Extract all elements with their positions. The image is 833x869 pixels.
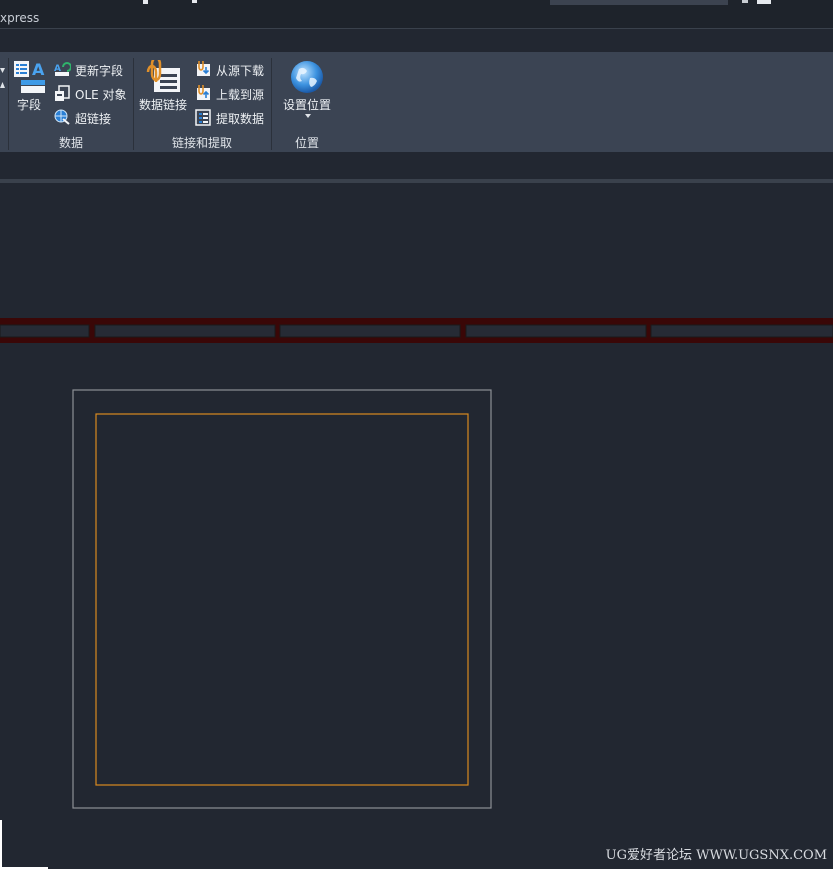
download-from-source-label: 从源下载: [216, 64, 265, 78]
chevron-icon[interactable]: [0, 66, 6, 92]
title-bar-glyph: [143, 0, 148, 4]
download-from-source-icon: [197, 61, 210, 76]
upload-to-source-button[interactable]: 上载到源: [195, 85, 267, 103]
panel-title-link-extract: 链接和提取: [172, 136, 233, 150]
ucs-icon: [0, 820, 48, 869]
ole-object-label: OLE 对象: [75, 88, 127, 102]
update-field-button[interactable]: A 更新字段: [54, 61, 134, 79]
field-button-label: 字段: [17, 98, 42, 112]
wall-hatch-band: [0, 318, 833, 343]
data-link-label: 数据链接: [139, 98, 188, 112]
data-link-button[interactable]: 数据链接: [139, 60, 189, 116]
search-input[interactable]: [550, 0, 728, 5]
field-icon: A: [14, 60, 45, 93]
ole-object-button[interactable]: OLE 对象: [54, 85, 134, 103]
extract-data-label: 提取数据: [216, 112, 265, 126]
panel-title-data: 数据: [59, 136, 84, 150]
account-icon[interactable]: [757, 0, 771, 4]
download-from-source-button[interactable]: 从源下载: [195, 61, 267, 79]
panel-title-location: 位置: [295, 136, 320, 150]
watermark: UG爱好者论坛 WWW.UGSNX.COM: [605, 848, 827, 863]
panel-separator: [271, 58, 272, 150]
globe-icon: [291, 61, 323, 93]
update-field-label: 更新字段: [75, 64, 124, 78]
set-location-button[interactable]: 设置位置: [282, 60, 334, 124]
ribbon-footer: [0, 152, 833, 180]
hyperlink-button[interactable]: 超链接: [54, 109, 134, 127]
panel-separator: [8, 58, 9, 150]
drawing-canvas[interactable]: [0, 183, 833, 869]
orange-rectangle[interactable]: [95, 413, 469, 786]
field-button[interactable]: A 字段: [13, 60, 49, 116]
drawing-geometry: [0, 318, 833, 809]
svg-text:A: A: [32, 60, 45, 79]
hyperlink-icon: [54, 109, 70, 125]
search-icon[interactable]: [742, 0, 748, 3]
upload-to-source-icon: [197, 85, 210, 100]
extract-data-icon: [195, 109, 211, 126]
extract-data-button[interactable]: 提取数据: [195, 109, 267, 127]
viewport-frame[interactable]: [72, 389, 492, 809]
set-location-label: 设置位置: [283, 98, 332, 112]
tab-express[interactable]: xpress: [0, 11, 39, 25]
upload-to-source-label: 上载到源: [216, 88, 265, 102]
update-field-icon: A: [54, 62, 71, 76]
title-bar-glyph: [192, 0, 197, 3]
data-link-icon: [146, 60, 180, 92]
ole-object-icon: [55, 85, 70, 101]
chevron-down-icon: [305, 114, 311, 118]
hyperlink-label: 超链接: [75, 112, 112, 126]
ribbon-tab-row: [0, 29, 833, 52]
